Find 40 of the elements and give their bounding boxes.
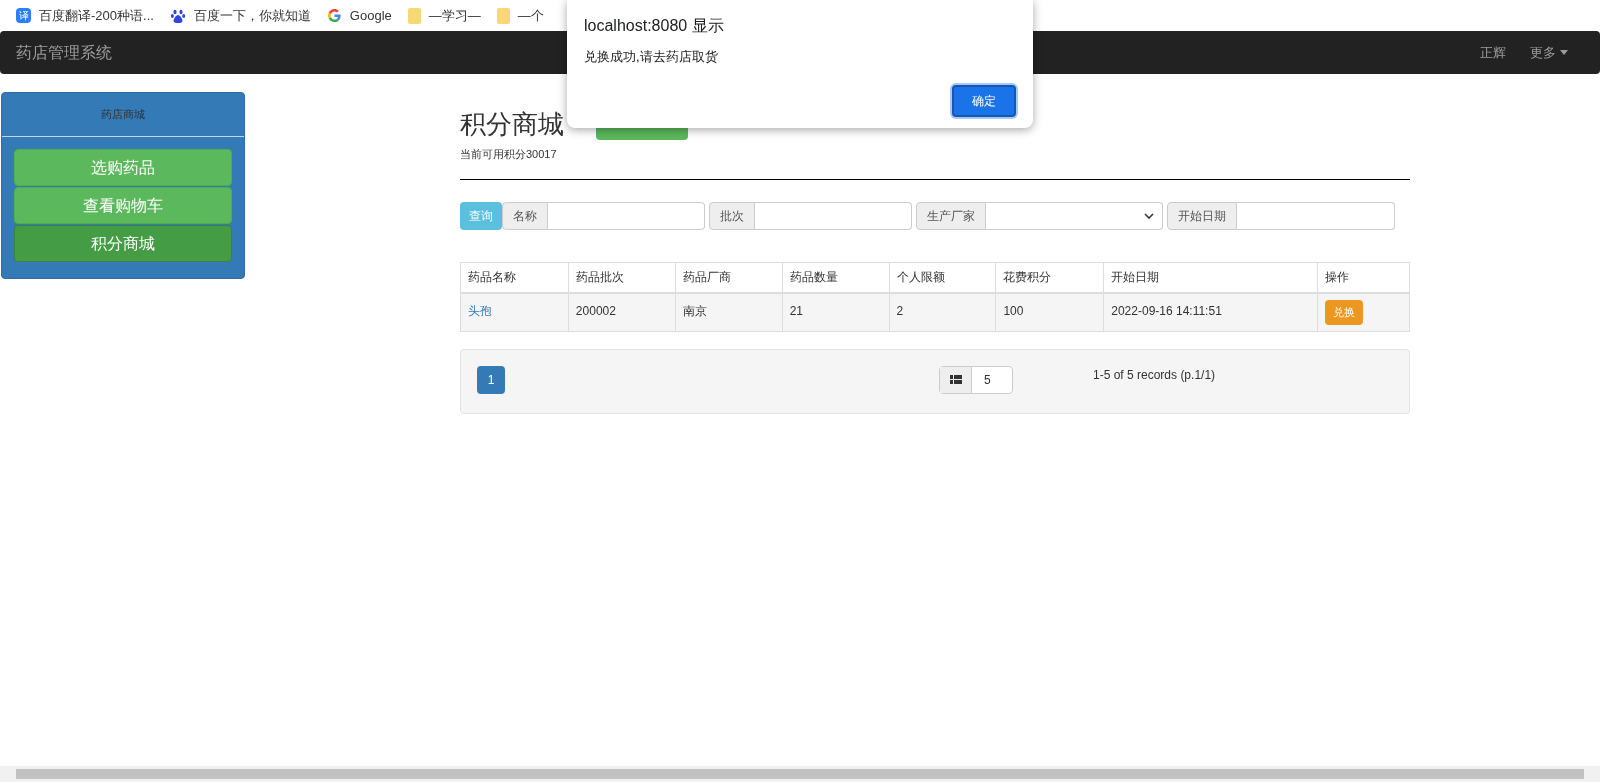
dialog-message: 兑换成功,请去药店取货 — [584, 48, 719, 66]
bookmark-link[interactable]: 百度翻译-200种语... — [39, 5, 154, 26]
records-summary: 1-5 of 5 records (p.1/1) — [1093, 366, 1216, 384]
folder-icon — [496, 7, 510, 24]
table-cell: 南京 — [675, 293, 783, 331]
input-field[interactable] — [1237, 201, 1395, 230]
brand-title[interactable]: 药店管理系统 — [16, 40, 112, 65]
manufacturer-select[interactable] — [986, 201, 1163, 230]
table-cell: 200002 — [568, 293, 676, 331]
field-label: 批次 — [709, 201, 755, 230]
folder-icon — [407, 7, 421, 24]
sidebar-button[interactable]: 积分商城 — [14, 225, 232, 262]
table-cell: 100 — [995, 293, 1104, 331]
table-cell: 2022-09-16 14:11:51 — [1103, 293, 1318, 331]
google-icon — [326, 8, 342, 23]
bookmark-link[interactable]: 百度一下，你就知道 — [193, 5, 311, 26]
translate-icon: 译 — [16, 8, 31, 23]
table-cell: 2 — [889, 293, 996, 331]
paw-icon — [169, 7, 186, 24]
sidebar-header: 药店商城 — [2, 93, 244, 137]
field-label: 名称 — [502, 201, 548, 230]
bookmark-link[interactable]: —个 — [517, 5, 544, 26]
table-cell: 21 — [782, 293, 889, 331]
nav-link[interactable]: 正辉 — [1480, 42, 1506, 63]
page-button[interactable]: 1 — [477, 365, 505, 394]
drug-link[interactable]: 头孢 — [468, 304, 492, 318]
dialog-title: localhost:8080 显示 — [584, 16, 725, 36]
field-label: 开始日期 — [1167, 201, 1237, 230]
input-field[interactable] — [755, 201, 912, 230]
ok-button[interactable]: 确定 — [952, 84, 1016, 117]
list-icon — [949, 374, 962, 385]
bookmark-link[interactable]: —学习— — [428, 5, 481, 26]
field-label: 生产厂家 — [916, 201, 986, 230]
chevron-down-icon — [1144, 212, 1154, 219]
bookmark-link[interactable]: Google — [349, 5, 392, 26]
points-text: 当前可用积分30017 — [460, 147, 558, 162]
page-size-field[interactable]: 5 — [939, 365, 1013, 394]
nav-link[interactable]: 更多 — [1530, 42, 1568, 63]
page-title: 积分商城 — [460, 108, 564, 141]
input-field[interactable] — [548, 201, 705, 230]
